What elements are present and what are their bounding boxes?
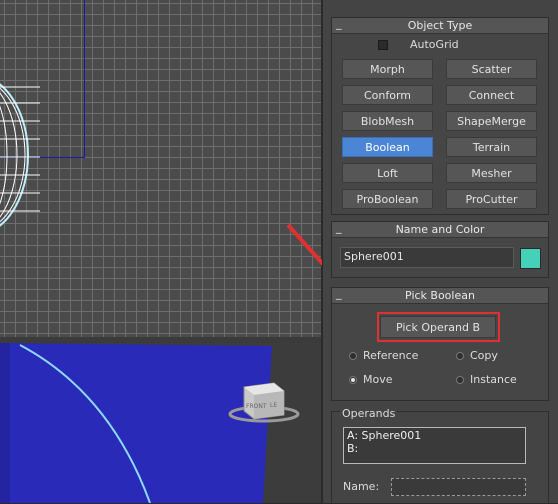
command-panel: _ Object Type AutoGrid Morph Scatter Con… <box>322 0 558 504</box>
blobmesh-button[interactable]: BlobMesh <box>342 111 433 131</box>
terrain-button[interactable]: Terrain <box>446 137 537 157</box>
pick-boolean-rollout: _ Pick Boolean Pick Operand B Reference … <box>331 287 549 401</box>
object-color-swatch[interactable] <box>520 248 541 269</box>
object-type-header[interactable]: _ Object Type <box>332 16 548 34</box>
perspective-viewport[interactable]: FRONT LE <box>0 343 321 503</box>
move-radio[interactable] <box>349 376 357 384</box>
collapse-icon[interactable]: _ <box>336 220 342 235</box>
procutter-button[interactable]: ProCutter <box>446 189 537 209</box>
pick-boolean-header[interactable]: _ Pick Boolean <box>332 286 548 304</box>
operands-list[interactable]: A: Sphere001 B: <box>343 427 526 464</box>
viewcube-front-label: FRONT <box>246 403 267 410</box>
name-color-title: Name and Color <box>395 223 485 236</box>
loft-button[interactable]: Loft <box>342 163 433 183</box>
operand-name-input[interactable] <box>391 478 526 496</box>
connect-button[interactable]: Connect <box>446 85 537 105</box>
object-type-rollout: _ Object Type AutoGrid Morph Scatter Con… <box>331 17 549 215</box>
operand-b-item[interactable]: B: <box>347 442 522 455</box>
conform-button[interactable]: Conform <box>342 85 433 105</box>
operands-group: Operands A: Sphere001 B: Name: <box>331 407 549 504</box>
grid-axis-vertical <box>84 0 85 158</box>
viewcube-icon[interactable]: FRONT LE <box>226 379 306 429</box>
object-type-title: Object Type <box>407 19 473 32</box>
copy-label: Copy <box>470 349 498 362</box>
operand-a-item[interactable]: A: Sphere001 <box>347 429 522 442</box>
operands-title: Operands <box>340 407 398 420</box>
reference-radio[interactable] <box>349 352 357 360</box>
collapse-icon[interactable]: _ <box>336 286 342 301</box>
mesher-button[interactable]: Mesher <box>446 163 537 183</box>
move-label: Move <box>363 373 393 386</box>
annotation-highlight-box <box>377 312 500 342</box>
proboolean-button[interactable]: ProBoolean <box>342 189 433 209</box>
viewcube-left-label: LE <box>270 402 277 409</box>
morph-button[interactable]: Morph <box>342 59 433 79</box>
shapemerge-button[interactable]: ShapeMerge <box>446 111 537 131</box>
name-color-rollout: _ Name and Color Sphere001 <box>331 221 549 278</box>
top-viewport[interactable] <box>0 0 321 337</box>
autogrid-label: AutoGrid <box>410 38 459 51</box>
operand-name-label: Name: <box>343 480 380 493</box>
copy-radio[interactable] <box>456 352 464 360</box>
autogrid-checkbox[interactable] <box>378 40 388 50</box>
collapse-icon[interactable]: _ <box>336 16 342 31</box>
boolean-button[interactable]: Boolean <box>342 137 433 157</box>
instance-radio[interactable] <box>456 376 464 384</box>
instance-label: Instance <box>470 373 517 386</box>
scatter-button[interactable]: Scatter <box>446 59 537 79</box>
sphere-wireframe-icon[interactable] <box>0 75 40 235</box>
name-color-header[interactable]: _ Name and Color <box>332 220 548 238</box>
pick-boolean-title: Pick Boolean <box>405 289 475 302</box>
object-name-input[interactable]: Sphere001 <box>340 247 514 268</box>
reference-label: Reference <box>363 349 419 362</box>
